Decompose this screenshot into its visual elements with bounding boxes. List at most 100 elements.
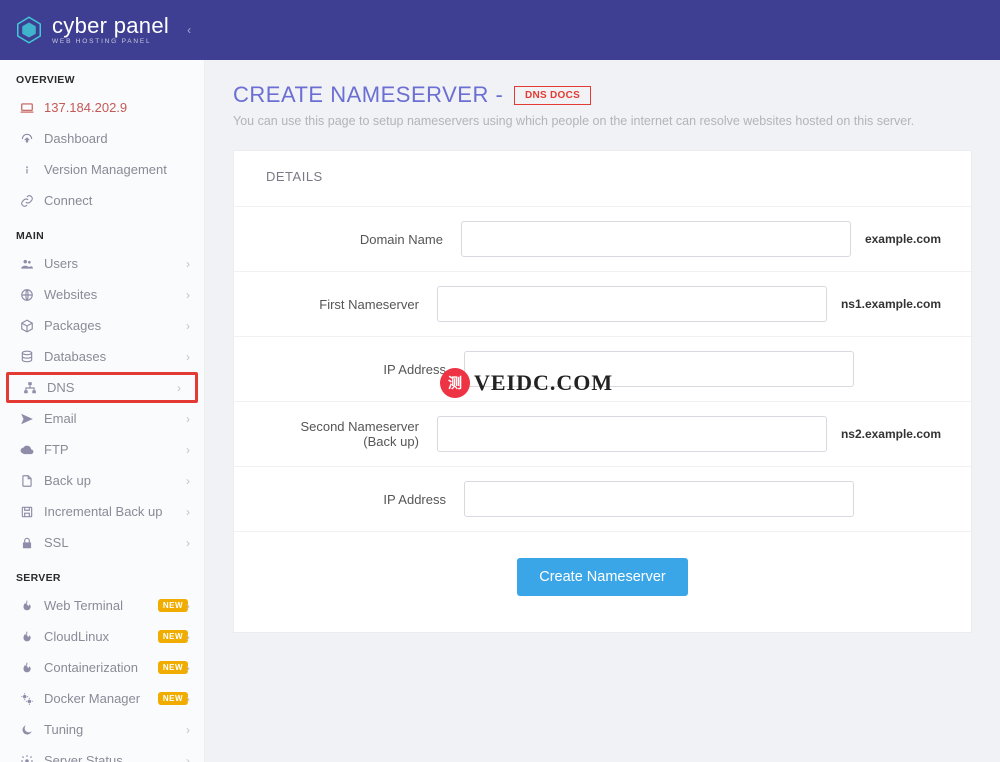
input-ip2[interactable]: [464, 481, 854, 517]
laptop-icon: [16, 101, 38, 115]
sidebar-item-packages[interactable]: Packages: [0, 310, 204, 341]
sidebar-item-databases[interactable]: Databases: [0, 341, 204, 372]
label-ip2: IP Address: [264, 492, 464, 507]
sidebar-item-web-terminal[interactable]: Web Terminal NEW: [0, 590, 204, 621]
sidebar: OVERVIEW 137.184.202.9 Dashboard Version…: [0, 60, 205, 762]
sidebar-item-cloudlinux[interactable]: CloudLinux NEW: [0, 621, 204, 652]
new-badge: NEW: [158, 599, 188, 612]
section-main: MAIN: [0, 216, 204, 248]
section-overview: OVERVIEW: [0, 60, 204, 92]
details-panel: DETAILS Domain Name example.com First Na…: [233, 150, 972, 633]
new-badge: NEW: [158, 630, 188, 643]
main-content: CREATE NAMESERVER - DNS DOCS You can use…: [205, 60, 1000, 762]
logo-text: cyber panel: [52, 15, 169, 37]
save-icon: [16, 505, 38, 519]
moon-icon: [16, 723, 38, 737]
sidebar-item-websites[interactable]: Websites: [0, 279, 204, 310]
gauge-icon: [16, 132, 38, 146]
sidebar-item-server-ip[interactable]: 137.184.202.9: [0, 92, 204, 123]
sidebar-item-label: SSL: [44, 535, 188, 550]
file-icon: [16, 474, 38, 488]
gear-icon: [16, 754, 38, 762]
row-ip2: IP Address: [234, 466, 971, 531]
database-icon: [16, 350, 38, 364]
logo[interactable]: cyber panel WEB HOSTING PANEL: [14, 15, 169, 45]
label-domain: Domain Name: [264, 232, 461, 247]
logo-subtext: WEB HOSTING PANEL: [52, 38, 169, 45]
sidebar-item-connect[interactable]: Connect: [0, 185, 204, 216]
page-subtitle: You can use this page to setup nameserve…: [233, 114, 972, 128]
row-ns1: First Nameserver ns1.example.com: [234, 271, 971, 336]
sidebar-item-label: Web Terminal: [44, 598, 152, 613]
logo-icon: [14, 15, 44, 45]
section-server: SERVER: [0, 558, 204, 590]
lock-icon: [16, 536, 38, 550]
sidebar-item-label: CloudLinux: [44, 629, 152, 644]
new-badge: NEW: [158, 661, 188, 674]
topbar: cyber panel WEB HOSTING PANEL ‹: [0, 0, 1000, 60]
box-icon: [16, 319, 38, 333]
sidebar-item-label: Server Status: [44, 753, 188, 762]
sidebar-item-ssl[interactable]: SSL: [0, 527, 204, 558]
label-ip1: IP Address: [264, 362, 464, 377]
sidebar-item-label: DNS: [47, 380, 185, 395]
link-icon: [16, 194, 38, 208]
sidebar-item-label: Tuning: [44, 722, 188, 737]
sidebar-item-label: FTP: [44, 442, 188, 457]
flame-icon: [16, 661, 38, 675]
input-domain[interactable]: [461, 221, 851, 257]
sidebar-item-dns[interactable]: DNS: [6, 372, 198, 403]
input-ns1[interactable]: [437, 286, 827, 322]
cogs-icon: [16, 692, 38, 706]
cloud-icon: [16, 443, 38, 457]
nameserver-form: Domain Name example.com First Nameserver…: [234, 202, 971, 632]
sidebar-item-label: Containerization: [44, 660, 152, 675]
sitemap-icon: [19, 381, 41, 395]
sidebar-item-server-status[interactable]: Server Status: [0, 745, 204, 762]
sidebar-item-label: Incremental Back up: [44, 504, 188, 519]
new-badge: NEW: [158, 692, 188, 705]
label-ns1: First Nameserver: [264, 297, 437, 312]
sidebar-item-docker[interactable]: Docker Manager NEW: [0, 683, 204, 714]
sidebar-item-containerization[interactable]: Containerization NEW: [0, 652, 204, 683]
page-title: CREATE NAMESERVER - DNS DOCS: [233, 82, 972, 108]
sidebar-item-label: Connect: [44, 193, 188, 208]
sidebar-item-label: Dashboard: [44, 131, 188, 146]
create-nameserver-button[interactable]: Create Nameserver: [517, 558, 688, 596]
globe-icon: [16, 288, 38, 302]
sidebar-item-users[interactable]: Users: [0, 248, 204, 279]
row-domain: Domain Name example.com: [234, 206, 971, 271]
input-ip1[interactable]: [464, 351, 854, 387]
dns-docs-link[interactable]: DNS DOCS: [514, 86, 591, 105]
info-icon: [16, 163, 38, 177]
panel-heading: DETAILS: [234, 151, 971, 202]
hint-ns2: ns2.example.com: [841, 427, 941, 441]
sidebar-item-email[interactable]: Email: [0, 403, 204, 434]
sidebar-item-dashboard[interactable]: Dashboard: [0, 123, 204, 154]
row-submit: Create Nameserver: [234, 531, 971, 596]
sidebar-item-label: Websites: [44, 287, 188, 302]
flame-icon: [16, 630, 38, 644]
sidebar-item-label: Packages: [44, 318, 188, 333]
sidebar-item-backup[interactable]: Back up: [0, 465, 204, 496]
collapse-sidebar-button[interactable]: ‹: [187, 23, 191, 37]
sidebar-item-label: Docker Manager: [44, 691, 152, 706]
sidebar-item-label: Back up: [44, 473, 188, 488]
hint-domain: example.com: [865, 232, 941, 246]
label-ns2: Second Nameserver (Back up): [264, 419, 437, 449]
row-ip1: IP Address: [234, 336, 971, 401]
users-icon: [16, 257, 38, 271]
send-icon: [16, 412, 38, 426]
sidebar-item-label: Email: [44, 411, 188, 426]
sidebar-item-label: Databases: [44, 349, 188, 364]
row-ns2: Second Nameserver (Back up) ns2.example.…: [234, 401, 971, 466]
flame-icon: [16, 599, 38, 613]
sidebar-item-label: 137.184.202.9: [44, 100, 188, 115]
sidebar-item-version[interactable]: Version Management: [0, 154, 204, 185]
sidebar-item-label: Version Management: [44, 162, 188, 177]
sidebar-item-label: Users: [44, 256, 188, 271]
input-ns2[interactable]: [437, 416, 827, 452]
sidebar-item-incremental-backup[interactable]: Incremental Back up: [0, 496, 204, 527]
sidebar-item-ftp[interactable]: FTP: [0, 434, 204, 465]
sidebar-item-tuning[interactable]: Tuning: [0, 714, 204, 745]
